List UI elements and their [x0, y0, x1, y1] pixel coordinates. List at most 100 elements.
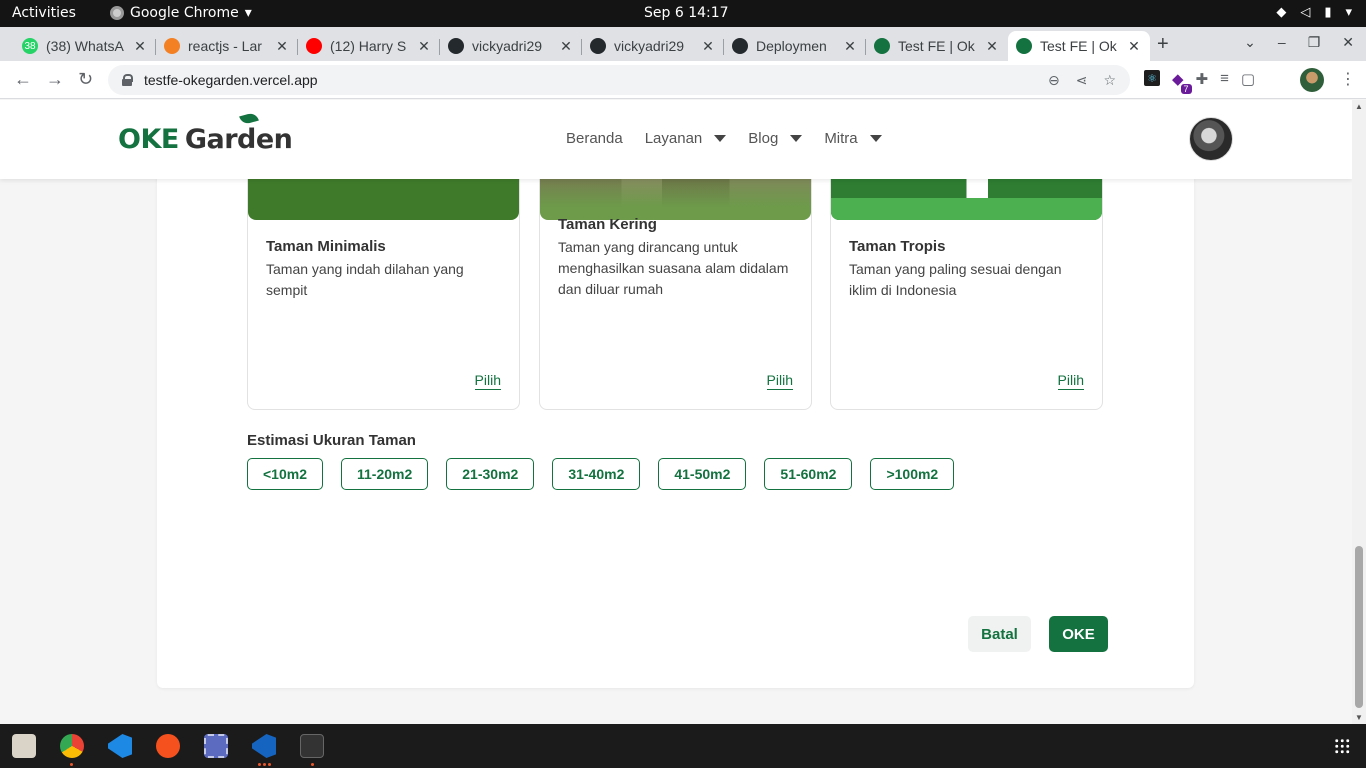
browser-tab[interactable]: reactjs - Lar ✕ [156, 31, 298, 61]
browser-tab[interactable]: vickyadri29 ✕ [582, 31, 724, 61]
dock [0, 724, 1366, 768]
nav-label: Beranda [566, 130, 623, 147]
puzzle-icon[interactable]: ✚ [1196, 70, 1209, 88]
back-icon[interactable]: ← [14, 69, 32, 90]
vscode-icon[interactable] [108, 734, 132, 758]
scrollbar-thumb[interactable] [1355, 546, 1363, 708]
scroll-down-icon[interactable]: ▼ [1355, 713, 1363, 722]
media-icon[interactable]: ≡ [1220, 70, 1229, 88]
tab-search-icon[interactable]: ⌄ [1244, 34, 1256, 51]
size-section-label: Estimasi Ukuran Taman [247, 432, 416, 449]
side-panel-icon[interactable]: ▢ [1241, 70, 1255, 88]
chrome-icon [110, 6, 124, 20]
size-option[interactable]: >100m2 [870, 458, 955, 490]
tab-title: (12) Harry S [330, 38, 407, 54]
card-title: Taman Kering [558, 216, 657, 233]
scroll-up-icon[interactable]: ▲ [1355, 102, 1363, 111]
browser-tab[interactable]: Test FE | Ok ✕ [866, 31, 1008, 61]
close-tab-icon[interactable]: ✕ [700, 38, 716, 55]
browser-tab[interactable]: 38 (38) WhatsA ✕ [14, 31, 156, 61]
chevron-down-icon: ▾ [1345, 5, 1352, 20]
window-controls: ⌄ – ❐ ✕ [1244, 34, 1354, 51]
running-indicator [263, 763, 266, 766]
browser-tab[interactable]: vickyadri29 ✕ [440, 31, 582, 61]
nav-beranda[interactable]: Beranda [566, 130, 623, 147]
vscode-insiders-icon[interactable] [252, 734, 276, 758]
close-tab-icon[interactable]: ✕ [416, 38, 432, 55]
menu-dots-icon[interactable]: ⋮ [1340, 69, 1356, 89]
user-avatar[interactable] [1189, 117, 1233, 161]
site-logo[interactable]: OKE Garden [118, 111, 293, 155]
reload-icon[interactable]: ↻ [78, 69, 93, 90]
size-option[interactable]: <10m2 [247, 458, 323, 490]
nav-label: Blog [748, 130, 779, 147]
close-tab-icon[interactable]: ✕ [984, 38, 1000, 55]
tab-strip: 38 (38) WhatsA ✕ reactjs - Lar ✕ (12) Harry S… [0, 27, 1366, 61]
lock-icon[interactable] [122, 74, 133, 86]
terminal-icon[interactable] [300, 734, 324, 758]
extensions-area: ⚛ ◆ 7 ✚ ≡ ▢ [1144, 70, 1255, 94]
size-option[interactable]: 11-20m2 [340, 458, 429, 490]
card-description: Taman yang indah dilahan yang sempit [266, 261, 464, 298]
app-grid-icon[interactable] [1334, 738, 1350, 754]
youtube-icon [306, 38, 322, 54]
chrome-icon[interactable] [60, 734, 84, 758]
close-icon[interactable]: ✕ [1342, 34, 1354, 51]
profile-avatar[interactable] [1300, 68, 1324, 92]
size-option[interactable]: 51-60m2 [764, 458, 853, 490]
react-devtools-icon[interactable]: ⚛ [1144, 70, 1160, 86]
screenshot-icon[interactable] [204, 734, 228, 758]
size-option[interactable]: 41-50m2 [658, 458, 747, 490]
running-indicator [258, 763, 261, 766]
system-tray[interactable]: ◆ ◁ ▮ ▾ [1276, 5, 1352, 20]
cancel-button[interactable]: Batal [968, 616, 1031, 652]
files-icon[interactable] [12, 734, 36, 758]
select-button[interactable]: Pilih [474, 372, 501, 390]
leaf-icon [874, 38, 890, 54]
restore-icon[interactable]: ❐ [1308, 34, 1321, 51]
nav-layanan[interactable]: Layanan [645, 130, 727, 147]
wifi-icon: ◆ [1276, 5, 1287, 20]
extension-badge-icon[interactable]: ◆ 7 [1172, 70, 1192, 94]
tab-title: reactjs - Lar [188, 38, 262, 54]
nav-mitra[interactable]: Mitra [824, 130, 882, 147]
whatsapp-icon: 38 [22, 38, 38, 54]
github-icon [448, 38, 464, 54]
extension-badge-count: 7 [1180, 84, 1192, 94]
confirm-button[interactable]: OKE [1049, 616, 1108, 652]
forward-icon[interactable]: → [46, 69, 64, 90]
activities-button[interactable]: Activities [12, 5, 76, 21]
close-tab-icon[interactable]: ✕ [132, 38, 148, 55]
bookmark-star-icon[interactable]: ☆ [1103, 72, 1116, 89]
address-bar[interactable]: testfe-okegarden.vercel.app ⊖ ⋖ ☆ [108, 65, 1130, 95]
browser-tab[interactable]: (12) Harry S ✕ [298, 31, 440, 61]
system-top-bar: Activities Google Chrome ▾ Sep 6 14:17 ◆… [0, 0, 1366, 27]
close-tab-icon[interactable]: ✕ [558, 38, 574, 55]
clock[interactable]: Sep 6 14:17 [644, 5, 729, 21]
nav-label: Layanan [644, 130, 703, 147]
running-indicator [311, 763, 314, 766]
minimize-icon[interactable]: – [1278, 34, 1286, 51]
postman-icon[interactable] [156, 734, 180, 758]
page-viewport: OKE Garden Beranda Layanan Blog Mitra Tam… [0, 100, 1352, 724]
new-tab-button[interactable]: + [1157, 33, 1169, 56]
size-option[interactable]: 21-30m2 [446, 458, 535, 490]
close-tab-icon[interactable]: ✕ [274, 38, 290, 55]
select-button[interactable]: Pilih [766, 372, 793, 390]
browser-tab[interactable]: Deploymen ✕ [724, 31, 866, 61]
size-option[interactable]: 31-40m2 [552, 458, 641, 490]
page-scrollbar[interactable]: ▲ ▼ [1352, 100, 1366, 724]
nav-blog[interactable]: Blog [748, 130, 803, 147]
app-menu[interactable]: Google Chrome ▾ [110, 5, 252, 21]
zoom-icon[interactable]: ⊖ [1048, 72, 1060, 89]
browser-tab[interactable]: Test FE | Ok ✕ [1008, 31, 1150, 61]
close-tab-icon[interactable]: ✕ [842, 38, 858, 55]
site-header: OKE Garden Beranda Layanan Blog Mitra [0, 100, 1352, 179]
url-text[interactable]: testfe-okegarden.vercel.app [144, 72, 1048, 88]
main-nav: Beranda Layanan Blog Mitra [566, 130, 882, 147]
leaf-icon [1016, 38, 1032, 54]
select-button[interactable]: Pilih [1057, 372, 1084, 390]
card-title: Taman Minimalis [266, 238, 386, 255]
share-icon[interactable]: ⋖ [1076, 72, 1088, 89]
close-tab-icon[interactable]: ✕ [1126, 38, 1142, 55]
